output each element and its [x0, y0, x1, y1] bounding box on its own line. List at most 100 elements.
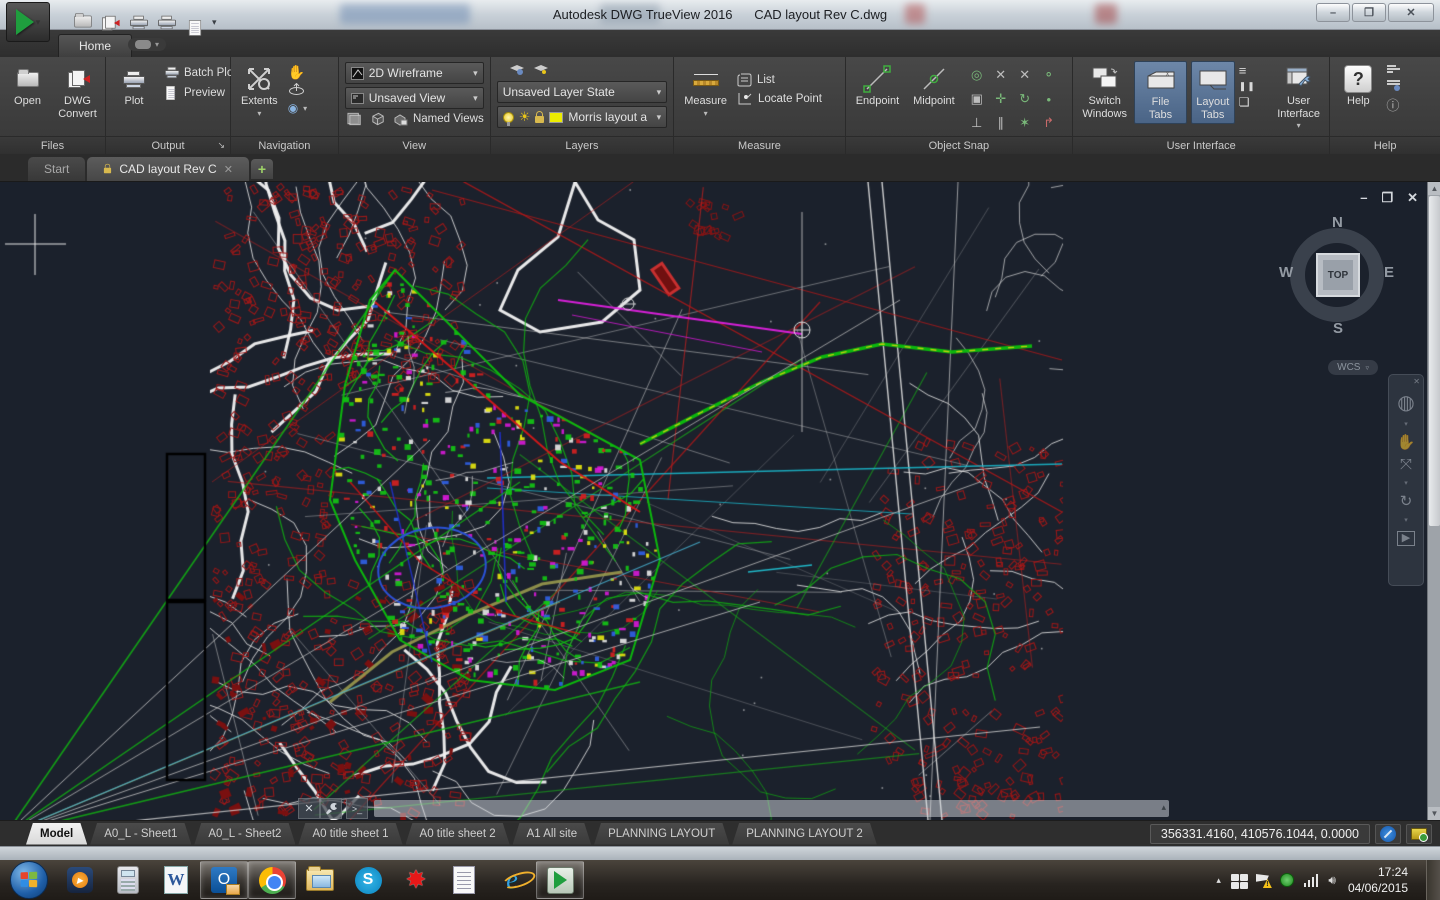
- layout-tab-planning-layout[interactable]: PLANNING LAYOUT: [594, 823, 729, 845]
- navigation-bar[interactable]: ✕ ◍ ▾ ✋ ⤧ ▾ ↻ ▾ ▶: [1388, 374, 1424, 586]
- box-view-icon[interactable]: [347, 112, 362, 126]
- sync-status-icon[interactable]: [1280, 873, 1294, 887]
- batch-plot-icon[interactable]: [156, 14, 174, 30]
- tile-vertically-icon[interactable]: ❚❚: [1239, 81, 1256, 92]
- snap-extension-icon[interactable]: ⚬: [1043, 67, 1054, 83]
- view-state-dropdown[interactable]: Unsaved View ▾: [345, 87, 484, 109]
- full-navigation-wheel-icon[interactable]: ◍: [1397, 393, 1414, 413]
- start-button[interactable]: [10, 861, 48, 899]
- taskbar-file-explorer[interactable]: [296, 861, 344, 899]
- snap-insertion-icon[interactable]: ▣: [971, 91, 983, 107]
- taskbar-skype[interactable]: S: [344, 861, 392, 899]
- tab-start[interactable]: Start: [28, 157, 85, 181]
- pan-button[interactable]: ✋: [288, 65, 308, 79]
- snap-quadrant-icon[interactable]: ✛: [995, 91, 1006, 107]
- named-views-button[interactable]: Named Views: [393, 113, 484, 126]
- navbar-pan-icon[interactable]: ✋: [1397, 435, 1416, 450]
- taskbar-red-app[interactable]: ✸: [392, 861, 440, 899]
- layer-state-dropdown[interactable]: Unsaved Layer State ▾: [497, 81, 667, 103]
- taskbar-clock[interactable]: 17:24 04/06/2015: [1348, 864, 1408, 896]
- snap-parallel-icon[interactable]: ∥: [997, 115, 1004, 131]
- horizontal-scrollbar[interactable]: ▴: [374, 800, 1169, 817]
- restore-button[interactable]: ❐: [1352, 3, 1386, 22]
- open-icon[interactable]: [72, 14, 90, 30]
- close-button[interactable]: ✕: [1388, 3, 1434, 22]
- action-center-icon[interactable]: [1256, 874, 1270, 886]
- community-icon[interactable]: [1386, 80, 1401, 91]
- layout-tab-a1-all-site[interactable]: A1 All site: [513, 823, 592, 845]
- drawing-minimize-icon[interactable]: –: [1360, 190, 1367, 206]
- open-button[interactable]: Open: [6, 61, 50, 110]
- plot-icon[interactable]: [128, 14, 146, 30]
- layout-tab-a0-title-sheet-2[interactable]: A0 title sheet 2: [406, 823, 510, 845]
- minimize-button[interactable]: –: [1316, 3, 1350, 22]
- taskbar-word[interactable]: W: [152, 861, 200, 899]
- navbar-zoom-icon[interactable]: ⤧: [1400, 457, 1412, 472]
- tab-cad-layout-rev-c[interactable]: CAD layout Rev C ✕: [87, 157, 249, 181]
- layout-tabs-toggle[interactable]: Layout Tabs: [1191, 61, 1235, 124]
- taskbar-outlook[interactable]: O: [200, 861, 248, 899]
- layout-tab-a0l-sheet1[interactable]: A0_L - Sheet1: [90, 823, 191, 845]
- snap-apparent-intersection-icon[interactable]: ✕: [1019, 67, 1030, 83]
- taskbar-dwg-trueview[interactable]: [536, 861, 584, 899]
- compass-east[interactable]: E: [1384, 264, 1394, 281]
- drawing-area[interactable]: – ❐ ✕ N E S W TOP WCS ▿ ✕ ◍ ▾ ✋ ⤧ ▾ ↻ ▾: [0, 182, 1440, 820]
- commandline-prompt-button[interactable]: >_: [346, 798, 368, 819]
- taskbar-chrome[interactable]: [248, 861, 296, 899]
- commandline-customize-button[interactable]: [320, 798, 342, 819]
- navbar-close-icon[interactable]: ✕: [1413, 377, 1420, 386]
- preview-button[interactable]: Preview: [162, 85, 236, 100]
- dwg-convert-icon[interactable]: [100, 14, 118, 30]
- scrollbar-thumb[interactable]: [1429, 196, 1440, 526]
- layer-isolate-icon[interactable]: [533, 64, 549, 76]
- isolate-objects-button[interactable]: [1375, 824, 1401, 844]
- drawing-restore-icon[interactable]: ❐: [1381, 190, 1393, 206]
- viewcube-top-face[interactable]: TOP: [1316, 253, 1360, 297]
- layer-off-icon[interactable]: [509, 64, 525, 76]
- viewcube[interactable]: N E S W TOP: [1282, 220, 1392, 330]
- snap-perpendicular-icon[interactable]: ⊥: [971, 115, 982, 131]
- snap-node-icon[interactable]: •: [1046, 92, 1051, 107]
- compass-west[interactable]: W: [1279, 264, 1293, 281]
- snap-intersection-icon[interactable]: ✕: [995, 67, 1006, 83]
- tab-close-icon[interactable]: ✕: [224, 163, 233, 176]
- layout-tab-a0-title-sheet-1[interactable]: A0 title sheet 1: [298, 823, 402, 845]
- isometric-view-icon[interactable]: [370, 112, 385, 126]
- compass-south[interactable]: S: [1333, 320, 1343, 337]
- endpoint-snap-button[interactable]: Endpoint: [852, 61, 903, 110]
- taskbar-calculator[interactable]: [104, 861, 152, 899]
- windows-update-icon[interactable]: [1231, 874, 1246, 887]
- layout-tab-model[interactable]: Model: [26, 823, 87, 845]
- scrollbar-down-icon[interactable]: ▼: [1428, 807, 1440, 820]
- orbit-button[interactable]: [288, 83, 308, 97]
- plot-status-button[interactable]: [1406, 824, 1432, 844]
- tile-horizontally-icon[interactable]: ≡: [1239, 63, 1256, 78]
- scroll-up-arrow-icon[interactable]: ▴: [1161, 802, 1166, 813]
- snap-nearest-icon[interactable]: ✶: [1019, 115, 1030, 131]
- new-tab-button[interactable]: +: [251, 159, 273, 179]
- whats-new-icon[interactable]: [1386, 65, 1401, 76]
- scrollbar-up-icon[interactable]: ▲: [1428, 182, 1440, 195]
- preview-icon[interactable]: [184, 14, 202, 30]
- cad-viewport[interactable]: [0, 182, 1427, 820]
- batch-plot-button[interactable]: Batch Plot: [162, 65, 236, 80]
- show-desktop-button[interactable]: [1426, 860, 1440, 900]
- zoom-extents-button[interactable]: Extents ▾: [237, 61, 282, 120]
- taskbar-media-player[interactable]: ▶: [56, 861, 104, 899]
- cascade-icon[interactable]: ❏: [1239, 95, 1256, 109]
- layout-tab-planning-layout-2[interactable]: PLANNING LAYOUT 2: [732, 823, 877, 845]
- layout-tab-a0l-sheet2[interactable]: A0_L - Sheet2: [194, 823, 295, 845]
- snap-tangent-icon[interactable]: ↻: [1019, 91, 1030, 107]
- info-center-icon[interactable]: ⓘ: [1386, 95, 1401, 114]
- midpoint-snap-button[interactable]: Midpoint: [909, 61, 959, 110]
- locate-point-button[interactable]: Locate Point: [737, 92, 822, 106]
- drawing-close-icon[interactable]: ✕: [1407, 190, 1418, 206]
- taskbar-document-viewer[interactable]: [440, 861, 488, 899]
- compass-north[interactable]: N: [1332, 214, 1343, 231]
- file-tabs-toggle[interactable]: x File Tabs: [1134, 61, 1186, 124]
- volume-icon[interactable]: 🔊︎: [1328, 873, 1336, 888]
- user-interface-button[interactable]: User Interface ▾: [1274, 61, 1323, 132]
- visual-style-dropdown[interactable]: 2D Wireframe ▾: [345, 62, 484, 84]
- snap-center-icon[interactable]: ◎: [971, 67, 982, 83]
- navbar-orbit-icon[interactable]: ↻: [1400, 494, 1413, 509]
